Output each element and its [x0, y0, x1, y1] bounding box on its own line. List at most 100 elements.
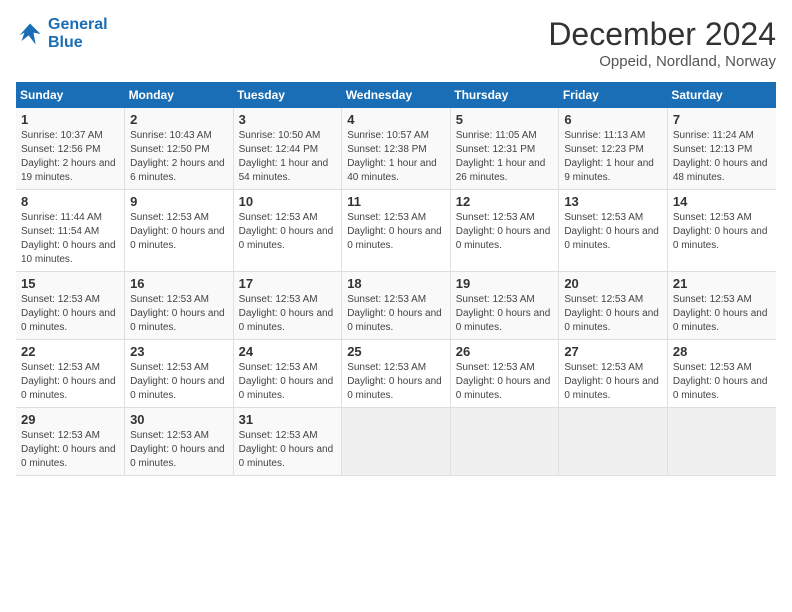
- day-number: 29: [21, 412, 119, 427]
- day-info: Sunset: 12:53 AM Daylight: 0 hours and 0…: [21, 429, 119, 471]
- day-cell-16: 16 Sunset: 12:53 AM Daylight: 0 hours and…: [125, 272, 234, 340]
- day-number: 16: [130, 276, 228, 291]
- day-number: 21: [673, 276, 771, 291]
- column-header-wednesday: Wednesday: [342, 82, 451, 108]
- day-cell-14: 14 Sunset: 12:53 AM Daylight: 0 hours and…: [667, 190, 776, 272]
- day-info: Sunset: 12:53 AM Daylight: 0 hours and 0…: [347, 211, 445, 253]
- day-info: Sunrise: 10:50 AM Sunset: 12:44 PM Dayli…: [239, 129, 337, 185]
- column-header-saturday: Saturday: [667, 82, 776, 108]
- day-info: Sunset: 12:53 AM Daylight: 0 hours and 0…: [673, 211, 771, 253]
- day-number: 26: [456, 344, 554, 359]
- day-cell-4: 4 Sunrise: 10:57 AM Sunset: 12:38 PM Dayl…: [342, 108, 451, 190]
- column-header-friday: Friday: [559, 82, 668, 108]
- day-cell-17: 17 Sunset: 12:53 AM Daylight: 0 hours and…: [233, 272, 342, 340]
- day-number: 23: [130, 344, 228, 359]
- day-info: Sunset: 12:53 AM Daylight: 0 hours and 0…: [564, 361, 662, 403]
- day-number: 14: [673, 194, 771, 209]
- week-row-2: 8Sunrise: 11:44 AM Sunset: 11:54 AM Dayl…: [16, 190, 776, 272]
- day-info: Sunset: 12:53 AM Daylight: 0 hours and 0…: [21, 361, 119, 403]
- empty-cell: [667, 408, 776, 476]
- day-info: Sunset: 12:53 AM Daylight: 0 hours and 0…: [347, 293, 445, 335]
- day-number: 13: [564, 194, 662, 209]
- logo: General Blue: [16, 16, 108, 51]
- day-cell-5: 5 Sunrise: 11:05 AM Sunset: 12:31 PM Dayl…: [450, 108, 559, 190]
- day-info: Sunset: 12:53 AM Daylight: 0 hours and 0…: [673, 361, 771, 403]
- day-number: 1: [21, 112, 119, 127]
- day-cell-24: 24Sunset: 12:53 AM Daylight: 0 hours and…: [233, 340, 342, 408]
- day-info: Sunrise: 11:44 AM Sunset: 11:54 AM Dayli…: [21, 211, 119, 267]
- month-title: December 2024: [548, 16, 776, 53]
- day-info: Sunset: 12:53 AM Daylight: 0 hours and 0…: [673, 293, 771, 335]
- day-info: Sunset: 12:53 AM Daylight: 0 hours and 0…: [130, 361, 228, 403]
- day-info: Sunset: 12:53 AM Daylight: 0 hours and 0…: [239, 361, 337, 403]
- day-cell-6: 6Sunrise: 11:13 AM Sunset: 12:23 PM Dayl…: [559, 108, 668, 190]
- day-number: 18: [347, 276, 445, 291]
- day-number: 12: [456, 194, 554, 209]
- calendar-table: SundayMondayTuesdayWednesdayThursdayFrid…: [16, 82, 776, 476]
- day-cell-10: 10 Sunset: 12:53 AM Daylight: 0 hours and…: [233, 190, 342, 272]
- day-cell-25: 25Sunset: 12:53 AM Daylight: 0 hours and…: [342, 340, 451, 408]
- day-info: Sunset: 12:53 AM Daylight: 0 hours and 0…: [456, 211, 554, 253]
- day-info: Sunset: 12:53 AM Daylight: 0 hours and 0…: [564, 211, 662, 253]
- day-cell-29: 29 Sunset: 12:53 AM Daylight: 0 hours and…: [16, 408, 125, 476]
- day-info: Sunrise: 11:13 AM Sunset: 12:23 PM Dayli…: [564, 129, 662, 185]
- empty-cell: [342, 408, 451, 476]
- day-cell-13: 13 Sunset: 12:53 AM Daylight: 0 hours and…: [559, 190, 668, 272]
- day-number: 19: [456, 276, 554, 291]
- day-cell-31: 31 Sunset: 12:53 AM Daylight: 0 hours and…: [233, 408, 342, 476]
- day-number: 28: [673, 344, 771, 359]
- week-row-1: 1 Sunrise: 10:37 AM Sunset: 12:56 PM Dayl…: [16, 108, 776, 190]
- calendar-header-row: SundayMondayTuesdayWednesdayThursdayFrid…: [16, 82, 776, 108]
- day-number: 30: [130, 412, 228, 427]
- day-number: 4: [347, 112, 445, 127]
- day-cell-23: 23 Sunset: 12:53 AM Daylight: 0 hours and…: [125, 340, 234, 408]
- day-info: Sunset: 12:53 AM Daylight: 0 hours and 0…: [130, 429, 228, 471]
- day-cell-1: 1 Sunrise: 10:37 AM Sunset: 12:56 PM Dayl…: [16, 108, 125, 190]
- day-number: 31: [239, 412, 337, 427]
- day-info: Sunrise: 11:05 AM Sunset: 12:31 PM Dayli…: [456, 129, 554, 185]
- column-header-monday: Monday: [125, 82, 234, 108]
- day-info: Sunset: 12:53 AM Daylight: 0 hours and 0…: [456, 293, 554, 335]
- day-info: Sunset: 12:53 AM Daylight: 0 hours and 0…: [21, 293, 119, 335]
- day-cell-11: 11 Sunset: 12:53 AM Daylight: 0 hours and…: [342, 190, 451, 272]
- day-number: 10: [239, 194, 337, 209]
- day-info: Sunrise: 10:37 AM Sunset: 12:56 PM Dayli…: [21, 129, 119, 185]
- day-info: Sunset: 12:53 AM Daylight: 0 hours and 0…: [130, 211, 228, 253]
- day-number: 11: [347, 194, 445, 209]
- calendar-body: 1 Sunrise: 10:37 AM Sunset: 12:56 PM Dayl…: [16, 108, 776, 476]
- title-area: December 2024 Oppeid, Nordland, Norway: [548, 16, 776, 70]
- day-number: 9: [130, 194, 228, 209]
- day-number: 2: [130, 112, 228, 127]
- day-number: 27: [564, 344, 662, 359]
- column-header-sunday: Sunday: [16, 82, 125, 108]
- day-cell-27: 27 Sunset: 12:53 AM Daylight: 0 hours and…: [559, 340, 668, 408]
- day-info: Sunset: 12:53 AM Daylight: 0 hours and 0…: [239, 429, 337, 471]
- day-info: Sunset: 12:53 AM Daylight: 0 hours and 0…: [239, 293, 337, 335]
- logo-bird-icon: [16, 20, 44, 48]
- day-number: 5: [456, 112, 554, 127]
- day-cell-28: 28 Sunset: 12:53 AM Daylight: 0 hours and…: [667, 340, 776, 408]
- day-info: Sunrise: 10:43 AM Sunset: 12:50 PM Dayli…: [130, 129, 228, 185]
- day-number: 7: [673, 112, 771, 127]
- day-cell-12: 12 Sunset: 12:53 AM Daylight: 0 hours and…: [450, 190, 559, 272]
- header: General Blue December 2024 Oppeid, Nordl…: [16, 16, 776, 70]
- day-number: 15: [21, 276, 119, 291]
- column-header-thursday: Thursday: [450, 82, 559, 108]
- day-info: Sunrise: 11:24 AM Sunset: 12:13 PM Dayli…: [673, 129, 771, 185]
- day-number: 22: [21, 344, 119, 359]
- day-cell-7: 7 Sunrise: 11:24 AM Sunset: 12:13 PM Dayl…: [667, 108, 776, 190]
- day-info: Sunrise: 10:57 AM Sunset: 12:38 PM Dayli…: [347, 129, 445, 185]
- day-number: 3: [239, 112, 337, 127]
- day-cell-2: 2 Sunrise: 10:43 AM Sunset: 12:50 PM Dayl…: [125, 108, 234, 190]
- day-info: Sunset: 12:53 AM Daylight: 0 hours and 0…: [130, 293, 228, 335]
- column-header-tuesday: Tuesday: [233, 82, 342, 108]
- day-cell-18: 18 Sunset: 12:53 AM Daylight: 0 hours and…: [342, 272, 451, 340]
- day-cell-8: 8Sunrise: 11:44 AM Sunset: 11:54 AM Dayl…: [16, 190, 125, 272]
- location-title: Oppeid, Nordland, Norway: [548, 53, 776, 70]
- day-info: Sunset: 12:53 AM Daylight: 0 hours and 0…: [564, 293, 662, 335]
- day-number: 17: [239, 276, 337, 291]
- day-info: Sunset: 12:53 AM Daylight: 0 hours and 0…: [239, 211, 337, 253]
- day-cell-9: 9 Sunset: 12:53 AM Daylight: 0 hours and …: [125, 190, 234, 272]
- logo-text: General Blue: [48, 16, 108, 51]
- day-cell-21: 21 Sunset: 12:53 AM Daylight: 0 hours and…: [667, 272, 776, 340]
